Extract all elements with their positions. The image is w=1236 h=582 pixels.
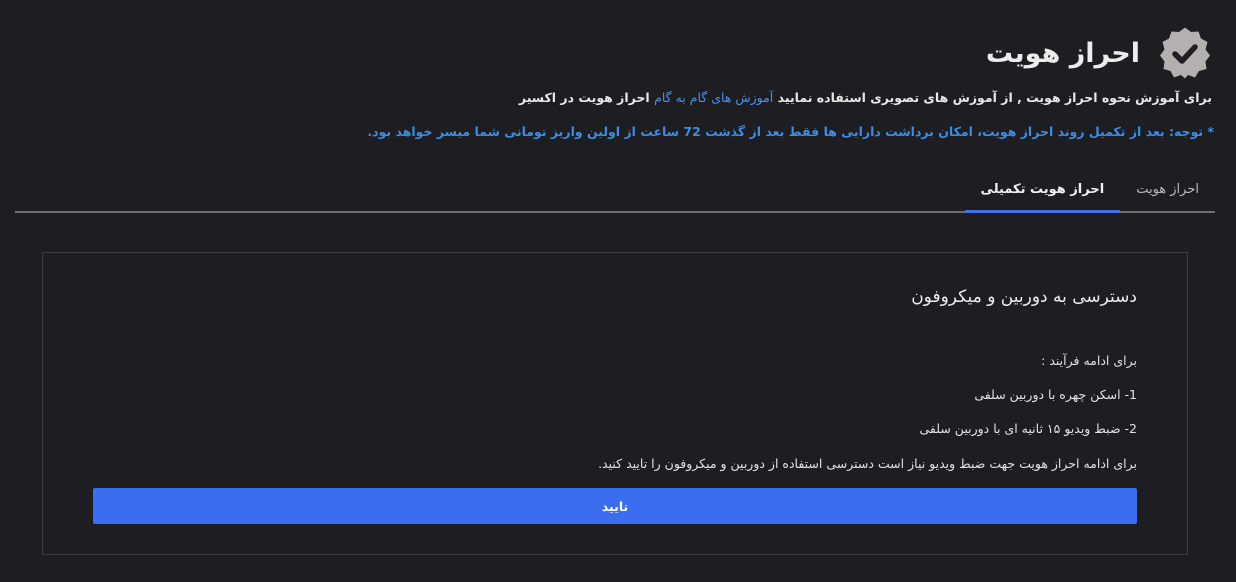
intro-text-before: برای آموزش نحوه احراز هویت , از آموزش ها… xyxy=(777,90,1212,105)
step-face-scan: 1- اسکن چهره با دوربین سلفی xyxy=(974,387,1137,402)
page-header: احراز هویت xyxy=(986,26,1212,80)
tab-complementary-verification[interactable]: احراز هویت تکمیلی xyxy=(964,168,1121,213)
tab-identity-verification[interactable]: احراز هویت xyxy=(1120,168,1215,211)
identity-verification-page: احراز هویت برای آموزش نحوه احراز هویت , … xyxy=(0,0,1236,582)
intro-text: برای آموزش نحوه احراز هویت , از آموزش ها… xyxy=(519,90,1212,105)
verified-badge-icon xyxy=(1160,27,1210,79)
card-title: دسترسی به دوربین و میکروفون xyxy=(911,287,1137,307)
tutorial-link[interactable]: آموزش های گام به گام xyxy=(654,90,773,105)
intro-text-after: احراز هویت در اکسیر xyxy=(518,90,650,105)
step-video-record: 2- ضبط ویدیو ۱۵ ثانیه ای با دوربین سلفی xyxy=(919,421,1137,436)
withdrawal-notice: * توجه: بعد از تکمیل روند احراز هویت، ام… xyxy=(367,124,1214,139)
page-title: احراز هویت xyxy=(985,37,1140,69)
process-intro: برای ادامه فرآیند : xyxy=(1041,353,1137,368)
camera-permission-card: دسترسی به دوربین و میکروفون برای ادامه ف… xyxy=(42,252,1188,555)
confirm-button[interactable]: تایید xyxy=(93,488,1137,524)
permission-description: برای ادامه احراز هویت جهت ضبط ویدیو نیاز… xyxy=(598,456,1137,471)
tab-bar: احراز هویت احراز هویت تکمیلی xyxy=(15,168,1215,213)
